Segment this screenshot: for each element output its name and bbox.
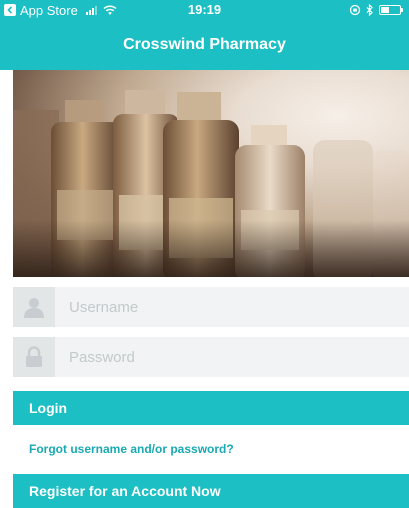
lock-icon-box: [13, 337, 55, 377]
status-bar: App Store 19:19: [0, 0, 409, 20]
status-right: [349, 3, 403, 17]
user-icon: [24, 298, 44, 318]
forgot-credentials-link[interactable]: Forgot username and/or password?: [29, 442, 234, 456]
orientation-lock-icon: [349, 4, 361, 16]
page-title: Crosswind Pharmacy: [123, 36, 286, 53]
login-button[interactable]: Login: [13, 391, 409, 425]
username-field: [13, 287, 409, 327]
bluetooth-icon: [366, 4, 373, 16]
battery-icon: [379, 5, 403, 15]
nav-bar: Crosswind Pharmacy: [0, 20, 409, 70]
password-input[interactable]: [55, 337, 409, 377]
user-icon-box: [13, 287, 55, 327]
lock-icon: [26, 346, 42, 367]
username-input[interactable]: [55, 287, 409, 327]
register-button[interactable]: Register for an Account Now: [13, 474, 409, 508]
battery-level: [381, 7, 389, 13]
password-field: [13, 337, 409, 377]
hero-image: [13, 70, 409, 277]
status-time: 19:19: [187, 2, 222, 17]
